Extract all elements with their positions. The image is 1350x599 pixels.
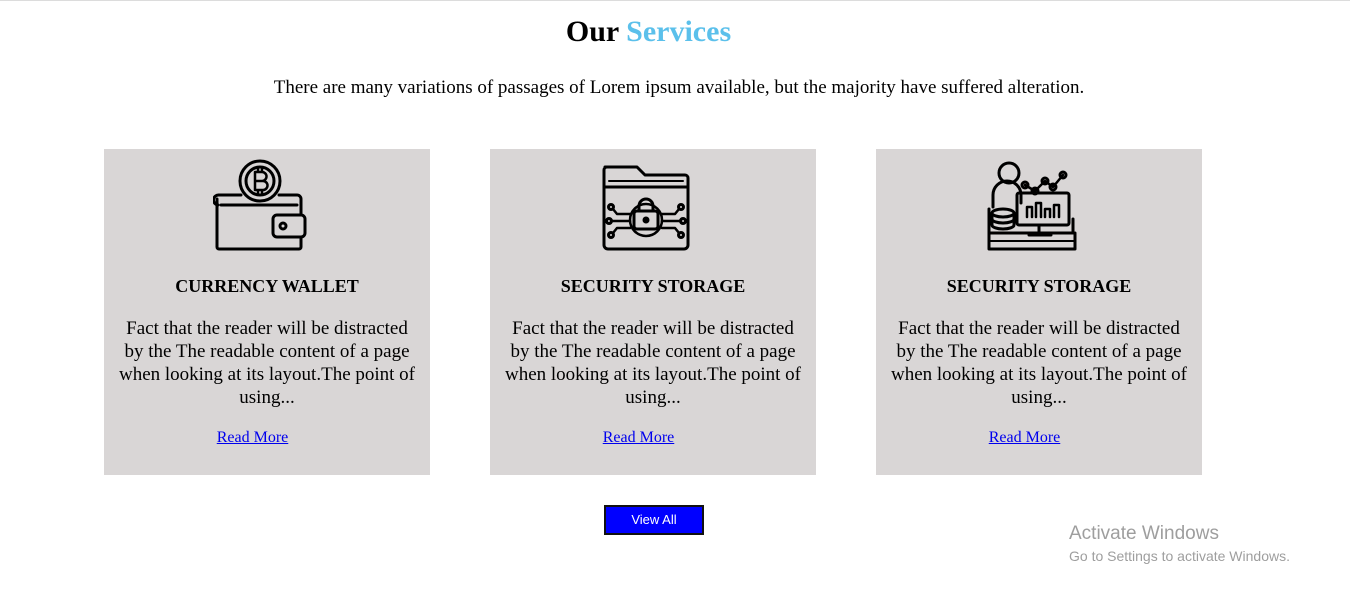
service-description: Fact that the reader will be distracted … [890, 318, 1188, 408]
trader-analytics-icon [985, 159, 1079, 253]
view-all-button[interactable]: View All [604, 505, 704, 535]
service-card-currency-wallet: CURRENCY WALLET Fact that the reader wil… [104, 149, 430, 475]
activate-windows-watermark: Activate Windows Go to Settings to activ… [1069, 523, 1290, 566]
service-title: SECURITY STORAGE [560, 276, 746, 296]
service-title: SECURITY STORAGE [946, 276, 1132, 296]
service-title: CURRENCY WALLET [175, 276, 359, 296]
read-more-link[interactable]: Read More [104, 428, 401, 448]
service-card-security-storage: SECURITY STORAGE Fact that the reader wi… [490, 149, 816, 475]
read-more-link[interactable]: Read More [490, 428, 787, 448]
service-description: Fact that the reader will be distracted … [504, 318, 802, 408]
read-more-link[interactable]: Read More [876, 428, 1173, 448]
service-description: Fact that the reader will be distracted … [118, 318, 416, 408]
watermark-subtitle: Go to Settings to activate Windows. [1069, 548, 1290, 564]
service-card-security-storage-2: SECURITY STORAGE Fact that the reader wi… [876, 149, 1202, 475]
bitcoin-wallet-icon [211, 159, 307, 253]
section-title-main: Our [565, 15, 619, 48]
watermark-title: Activate Windows [1069, 523, 1219, 544]
top-divider [0, 0, 1350, 1]
section-subtitle: There are many variations of passages of… [273, 77, 1085, 98]
section-title: Our Services [0, 12, 1297, 52]
section-title-accent: Services [626, 15, 732, 48]
secure-folder-icon [599, 159, 693, 253]
